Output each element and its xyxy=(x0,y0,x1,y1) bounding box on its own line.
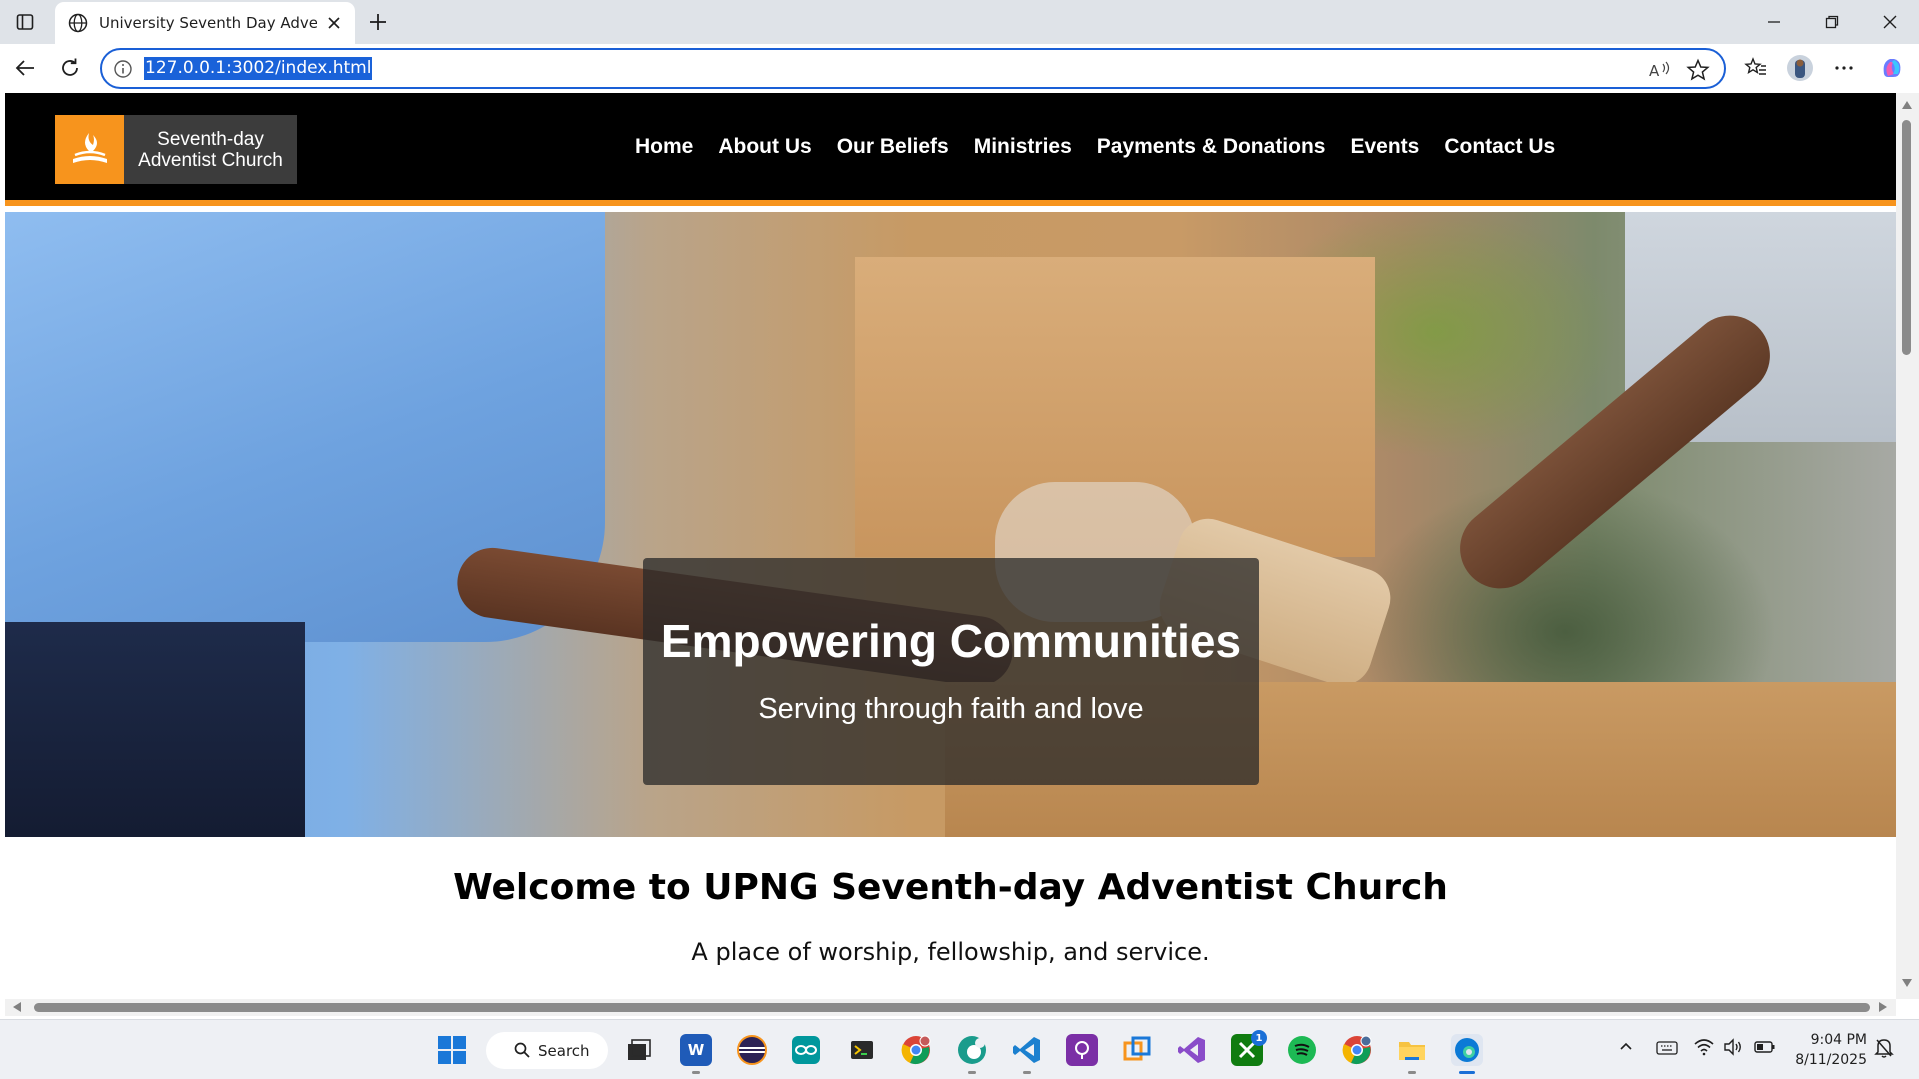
favorite-star-icon[interactable] xyxy=(1686,58,1710,82)
arduino-app-icon[interactable] xyxy=(790,1034,822,1066)
visual-studio-app-icon[interactable] xyxy=(1176,1034,1208,1066)
welcome-title: Welcome to UPNG Seventh-day Adventist Ch… xyxy=(453,867,1448,908)
nav-our-beliefs[interactable]: Our Beliefs xyxy=(837,135,949,159)
globe-icon xyxy=(68,13,88,33)
vertical-scrollbar[interactable] xyxy=(1896,93,1919,999)
xbox-app-icon[interactable]: 1 xyxy=(1231,1030,1267,1066)
xbox-notification-badge: 1 xyxy=(1251,1030,1267,1046)
nav-about-us[interactable]: About Us xyxy=(718,135,811,159)
browser-toolbar: 127.0.0.1:3002/index.html A xyxy=(0,44,1919,92)
word-app-icon[interactable]: W xyxy=(680,1034,712,1074)
nav-home[interactable]: Home xyxy=(635,135,693,159)
favorites-icon[interactable] xyxy=(1742,54,1770,82)
chrome-profile-icon[interactable] xyxy=(900,1034,932,1066)
welcome-section: Welcome to UPNG Seventh-day Adventist Ch… xyxy=(5,837,1896,966)
logo-text: Seventh-day Adventist Church xyxy=(124,115,297,184)
task-view-icon[interactable] xyxy=(623,1034,655,1066)
windows-taskbar: Search W 1 9:04 PM 8/11/2025 xyxy=(0,1019,1919,1079)
main-navigation: Home About Us Our Beliefs Ministries Pay… xyxy=(635,135,1555,159)
tab-title: University Seventh Day Adventist xyxy=(99,14,317,32)
windows-start-icon[interactable] xyxy=(436,1034,468,1066)
battery-icon[interactable] xyxy=(1754,1040,1776,1058)
clock-time: 9:04 PM xyxy=(1810,1032,1867,1048)
file-explorer-app-icon[interactable] xyxy=(1396,1034,1428,1074)
taskbar-clock[interactable]: 9:04 PM 8/11/2025 xyxy=(1795,1030,1867,1070)
edge-app-icon[interactable] xyxy=(1451,1034,1483,1074)
browser-tab-bar: University Seventh Day Adventist xyxy=(0,0,1919,44)
read-aloud-icon[interactable]: A xyxy=(1648,59,1672,81)
taskbar-search[interactable]: Search xyxy=(486,1032,608,1069)
browser-tab[interactable]: University Seventh Day Adventist xyxy=(55,2,355,44)
eclipse-app-icon[interactable] xyxy=(736,1034,768,1066)
site-header: Seventh-day Adventist Church Home About … xyxy=(5,93,1896,206)
flame-bible-logo-icon xyxy=(55,115,124,184)
scroll-left-arrow-icon[interactable] xyxy=(13,1002,21,1012)
nav-payments-donations[interactable]: Payments & Donations xyxy=(1097,135,1326,159)
nav-contact-us[interactable]: Contact Us xyxy=(1444,135,1555,159)
logo-line-1: Seventh-day xyxy=(157,128,264,150)
show-hidden-icons-icon[interactable] xyxy=(1618,1038,1634,1058)
url-text[interactable]: 127.0.0.1:3002/index.html xyxy=(144,57,373,80)
search-icon xyxy=(514,1042,530,1058)
new-tab-icon[interactable] xyxy=(365,9,391,35)
restore-icon[interactable] xyxy=(1803,0,1861,44)
welcome-text: A place of worship, fellowship, and serv… xyxy=(691,938,1210,966)
scroll-up-arrow-icon[interactable] xyxy=(1902,101,1912,109)
page-viewport: Seventh-day Adventist Church Home About … xyxy=(5,93,1896,999)
hero-banner: Empowering Communities Serving through f… xyxy=(5,212,1896,837)
hero-caption-card: Empowering Communities Serving through f… xyxy=(643,558,1259,785)
clock-date: 8/11/2025 xyxy=(1795,1052,1867,1068)
search-label: Search xyxy=(538,1041,590,1060)
spotify-app-icon[interactable] xyxy=(1286,1034,1318,1066)
svg-text:A: A xyxy=(1649,62,1660,80)
notifications-bell-icon[interactable] xyxy=(1874,1037,1894,1063)
podcast-app-icon[interactable] xyxy=(1066,1034,1098,1066)
wifi-icon[interactable] xyxy=(1694,1038,1714,1060)
address-bar[interactable]: 127.0.0.1:3002/index.html A xyxy=(100,48,1726,89)
hero-photo-trousers xyxy=(5,622,305,837)
vertical-scroll-thumb[interactable] xyxy=(1902,120,1911,355)
windows-snip-app-icon[interactable] xyxy=(1121,1034,1153,1066)
nav-events[interactable]: Events xyxy=(1350,135,1419,159)
scroll-down-arrow-icon[interactable] xyxy=(1902,979,1912,987)
nav-ministries[interactable]: Ministries xyxy=(974,135,1072,159)
close-tab-icon[interactable] xyxy=(325,14,343,32)
edge-dev-app-icon[interactable] xyxy=(956,1034,988,1074)
church-logo[interactable]: Seventh-day Adventist Church xyxy=(55,115,297,184)
horizontal-scroll-thumb[interactable] xyxy=(34,1003,1870,1012)
logo-line-2: Adventist Church xyxy=(138,149,283,171)
keyboard-icon[interactable] xyxy=(1656,1040,1678,1060)
profile-avatar[interactable] xyxy=(1786,54,1814,82)
close-window-icon[interactable] xyxy=(1861,0,1919,44)
refresh-icon[interactable] xyxy=(57,55,83,81)
hero-photo-arm-right xyxy=(1443,299,1787,605)
volume-icon[interactable] xyxy=(1723,1038,1743,1060)
hero-title: Empowering Communities xyxy=(660,615,1242,667)
hero-subtitle: Serving through faith and love xyxy=(758,693,1144,725)
terminal-app-icon[interactable] xyxy=(846,1034,878,1066)
tab-actions-icon[interactable] xyxy=(12,9,38,35)
site-info-icon[interactable] xyxy=(112,58,134,80)
vscode-app-icon[interactable] xyxy=(1011,1034,1043,1074)
back-arrow-icon[interactable] xyxy=(12,55,38,81)
scroll-right-arrow-icon[interactable] xyxy=(1879,1002,1887,1012)
more-options-icon[interactable] xyxy=(1830,54,1858,82)
chrome-app-icon[interactable] xyxy=(1341,1034,1373,1066)
copilot-icon[interactable] xyxy=(1878,54,1906,82)
horizontal-scrollbar[interactable] xyxy=(5,999,1896,1016)
minimize-icon[interactable] xyxy=(1745,0,1803,44)
